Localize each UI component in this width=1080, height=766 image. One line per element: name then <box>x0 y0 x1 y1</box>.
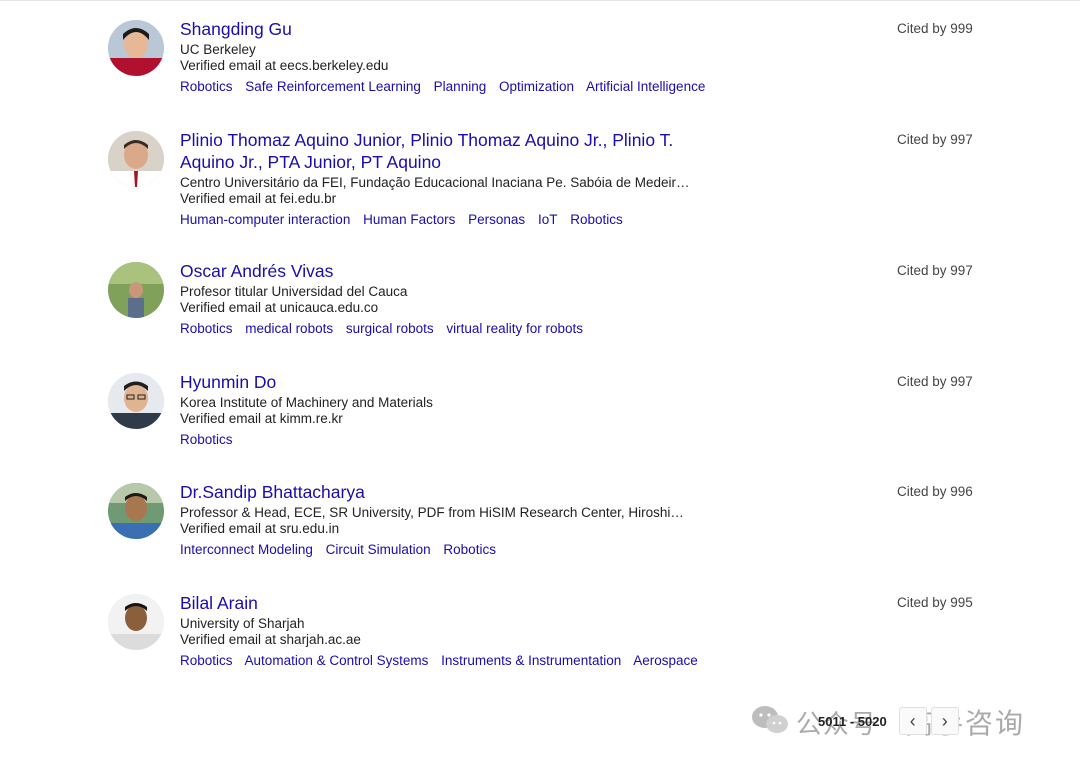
profile-name-link[interactable]: Plinio Thomaz Aquino Junior, Plinio Thom… <box>180 129 700 173</box>
avatar[interactable] <box>108 594 164 650</box>
verified-email: Verified email at unicauca.edu.co <box>180 300 379 315</box>
verified-email: Verified email at sharjah.ac.ae <box>180 632 361 647</box>
verified-email: Verified email at eecs.berkeley.edu <box>180 58 389 73</box>
interest-tags: Human-computer interaction Human Factors… <box>180 212 700 228</box>
profile-info: Dr.Sandip Bhattacharya Professor & Head,… <box>180 481 700 558</box>
interest-tags: Robotics <box>180 432 700 448</box>
interest-tag[interactable]: Human Factors <box>363 212 455 227</box>
wechat-icon <box>750 704 790 741</box>
avatar[interactable] <box>108 20 164 76</box>
interest-tag[interactable]: Automation & Control Systems <box>245 653 429 668</box>
avatar[interactable] <box>108 262 164 318</box>
avatar[interactable] <box>108 483 164 539</box>
affiliation: Professor & Head, ECE, SR University, PD… <box>180 505 690 520</box>
interest-tag[interactable]: Circuit Simulation <box>326 542 431 557</box>
profile-name-link[interactable]: Dr.Sandip Bhattacharya <box>180 481 700 503</box>
interest-tag[interactable]: Robotics <box>570 212 623 227</box>
pagination: 5011 - 5020 ‹ › <box>818 706 963 736</box>
cited-by-count[interactable]: Cited by 997 <box>897 374 973 389</box>
affiliation: Profesor titular Universidad del Cauca <box>180 284 408 299</box>
verified-email: Verified email at sru.edu.in <box>180 521 340 536</box>
verified-email: Verified email at fei.edu.br <box>180 191 337 206</box>
affiliation: UC Berkeley <box>180 42 256 57</box>
profile-name-link[interactable]: Hyunmin Do <box>180 371 700 393</box>
affiliation: University of Sharjah <box>180 616 305 631</box>
interest-tag[interactable]: Artificial Intelligence <box>586 79 705 94</box>
interest-tag[interactable]: Optimization <box>499 79 574 94</box>
top-divider <box>0 0 1080 1</box>
affiliation: Korea Institute of Machinery and Materia… <box>180 395 433 410</box>
profile-name-link[interactable]: Oscar Andrés Vivas <box>180 260 700 282</box>
interest-tag[interactable]: virtual reality for robots <box>446 321 583 336</box>
avatar[interactable] <box>108 373 164 429</box>
interest-tag[interactable]: Planning <box>434 79 487 94</box>
chevron-right-icon: › <box>941 710 948 731</box>
verified-email: Verified email at kimm.re.kr <box>180 411 343 426</box>
next-page-button[interactable]: › <box>930 707 959 735</box>
affiliation: Centro Universitário da FEI, Fundação Ed… <box>180 175 690 190</box>
interest-tag[interactable]: Human-computer interaction <box>180 212 350 227</box>
profile-info: Plinio Thomaz Aquino Junior, Plinio Thom… <box>180 129 700 228</box>
interest-tag[interactable]: Robotics <box>180 79 233 94</box>
profile-info: Shangding Gu UC Berkeley Verified email … <box>180 18 705 95</box>
cited-by-count[interactable]: Cited by 997 <box>897 132 973 147</box>
interest-tag[interactable]: surgical robots <box>346 321 434 336</box>
profile-info: Oscar Andrés Vivas Profesor titular Univ… <box>180 260 700 337</box>
page: Shangding Gu UC Berkeley Verified email … <box>0 0 1080 766</box>
profile-info: Bilal Arain University of Sharjah Verifi… <box>180 592 700 669</box>
cited-by-count[interactable]: Cited by 996 <box>897 484 973 499</box>
cited-by-count[interactable]: Cited by 995 <box>897 595 973 610</box>
interest-tags: Robotics Automation & Control Systems In… <box>180 653 700 669</box>
cited-by-count[interactable]: Cited by 999 <box>897 21 973 36</box>
interest-tag[interactable]: Robotics <box>443 542 496 557</box>
chevron-left-icon: ‹ <box>909 710 916 731</box>
interest-tag[interactable]: Instruments & Instrumentation <box>441 653 621 668</box>
interest-tags: Interconnect Modeling Circuit Simulation… <box>180 542 700 558</box>
profile-info: Hyunmin Do Korea Institute of Machinery … <box>180 371 700 448</box>
prev-page-button[interactable]: ‹ <box>898 707 927 735</box>
profile-name-link[interactable]: Shangding Gu <box>180 18 700 40</box>
interest-tag[interactable]: Robotics <box>180 321 233 336</box>
interest-tag[interactable]: Safe Reinforcement Learning <box>245 79 421 94</box>
interest-tag[interactable]: Interconnect Modeling <box>180 542 313 557</box>
interest-tag[interactable]: IoT <box>538 212 558 227</box>
interest-tag[interactable]: Aerospace <box>633 653 698 668</box>
cited-by-count[interactable]: Cited by 997 <box>897 263 973 278</box>
interest-tag[interactable]: medical robots <box>245 321 333 336</box>
pagination-range: 5011 - 5020 <box>818 713 887 729</box>
interest-tags: Robotics medical robots surgical robots … <box>180 321 700 337</box>
interest-tag[interactable]: Personas <box>468 212 525 227</box>
interest-tags: Robotics Safe Reinforcement Learning Pla… <box>180 79 705 95</box>
profile-name-link[interactable]: Bilal Arain <box>180 592 700 614</box>
avatar[interactable] <box>108 131 164 187</box>
interest-tag[interactable]: Robotics <box>180 432 233 447</box>
interest-tag[interactable]: Robotics <box>180 653 233 668</box>
